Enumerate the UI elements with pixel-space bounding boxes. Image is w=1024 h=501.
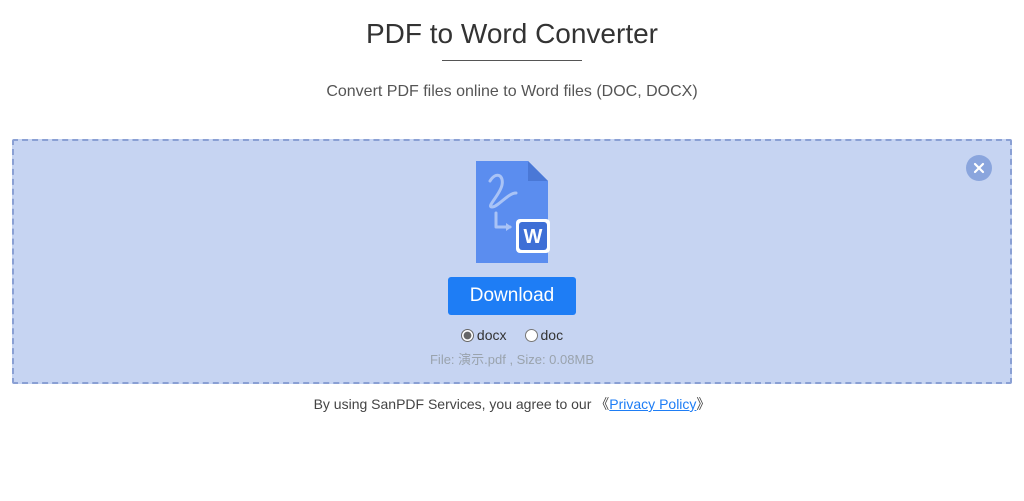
radio-doc[interactable]: doc [525,327,564,343]
page-header: PDF to Word Converter Convert PDF files … [0,0,1024,101]
dropzone-panel: W Download docx doc File: 演示.pdf , Size:… [12,139,1012,384]
pdf-to-word-icon: W [470,157,554,267]
page-subtitle: Convert PDF files online to Word files (… [0,83,1024,101]
bracket-close: 》 [696,396,710,412]
radio-docx-label: docx [477,327,507,343]
radio-doc-input[interactable] [525,329,538,342]
radio-docx[interactable]: docx [461,327,507,343]
format-radio-group: docx doc [14,327,1010,343]
bracket-open: 《 [595,396,609,412]
download-button[interactable]: Download [448,277,577,315]
main-container: W Download docx doc File: 演示.pdf , Size:… [12,139,1012,414]
close-icon [973,162,985,174]
close-button[interactable] [966,155,992,181]
page-title: PDF to Word Converter [0,18,1024,50]
file-info-text: File: 演示.pdf , Size: 0.08MB [14,349,1010,368]
footer-prefix: By using SanPDF Services, you agree to o… [314,396,596,412]
radio-doc-label: doc [541,327,564,343]
footer-text: By using SanPDF Services, you agree to o… [12,394,1012,414]
privacy-policy-link[interactable]: Privacy Policy [609,396,696,412]
title-divider [442,60,582,61]
svg-text:W: W [524,226,543,248]
radio-docx-input[interactable] [461,329,474,342]
